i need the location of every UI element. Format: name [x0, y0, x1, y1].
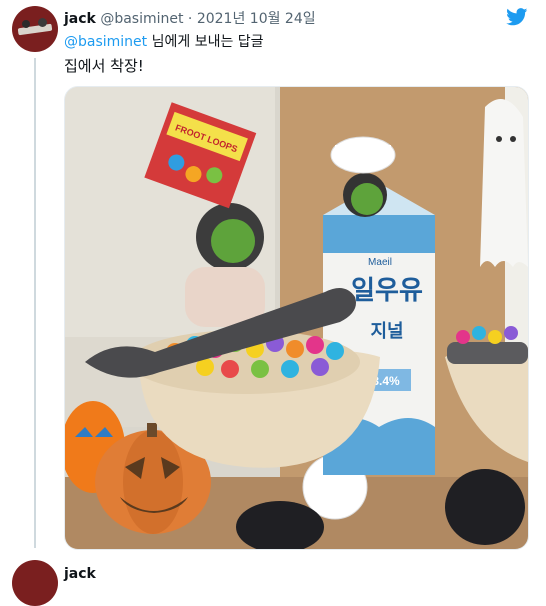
avatar-detail	[22, 20, 30, 28]
thread-line	[34, 58, 36, 548]
tweet-text: 집에서 착장!	[64, 57, 144, 75]
tweet-date[interactable]: 2021년 10월 24일	[197, 11, 316, 27]
author-name[interactable]: jack	[64, 11, 96, 27]
reply-label: 님에게 보내는 답글	[151, 34, 264, 50]
tweet[interactable]: jack @basiminet · 2021년 10월 24일 @basimin…	[0, 0, 546, 606]
tweet-header: jack @basiminet · 2021년 10월 24일	[64, 8, 316, 28]
ghost-eye	[510, 136, 516, 142]
author-handle[interactable]: @basiminet	[100, 11, 183, 27]
face-blur	[351, 183, 383, 215]
avatar[interactable]	[12, 6, 58, 52]
next-tweet-avatar[interactable]	[12, 560, 58, 606]
tweet-photo[interactable]: FROOT LOOPS Maeil 일우유 지널 3.4%	[64, 86, 529, 550]
twitter-bird-icon[interactable]	[506, 8, 528, 26]
milk-brand: Maeil	[368, 257, 392, 268]
ghost-decoration	[480, 99, 528, 267]
costume-photo: FROOT LOOPS Maeil 일우유 지널 3.4%	[65, 87, 528, 549]
avatar-detail	[38, 18, 47, 27]
separator: ·	[187, 11, 193, 27]
black-balloon	[445, 469, 525, 545]
milk-sub: 지널	[370, 321, 403, 342]
next-tweet-author-name[interactable]: jack	[64, 566, 96, 582]
milk-label: 일우유	[351, 276, 423, 306]
face-blur	[211, 219, 255, 263]
reply-handle-link[interactable]: @basiminet	[64, 34, 147, 50]
reply-context: @basiminet 님에게 보내는 답글	[64, 31, 264, 51]
ghost-eye	[496, 136, 502, 142]
